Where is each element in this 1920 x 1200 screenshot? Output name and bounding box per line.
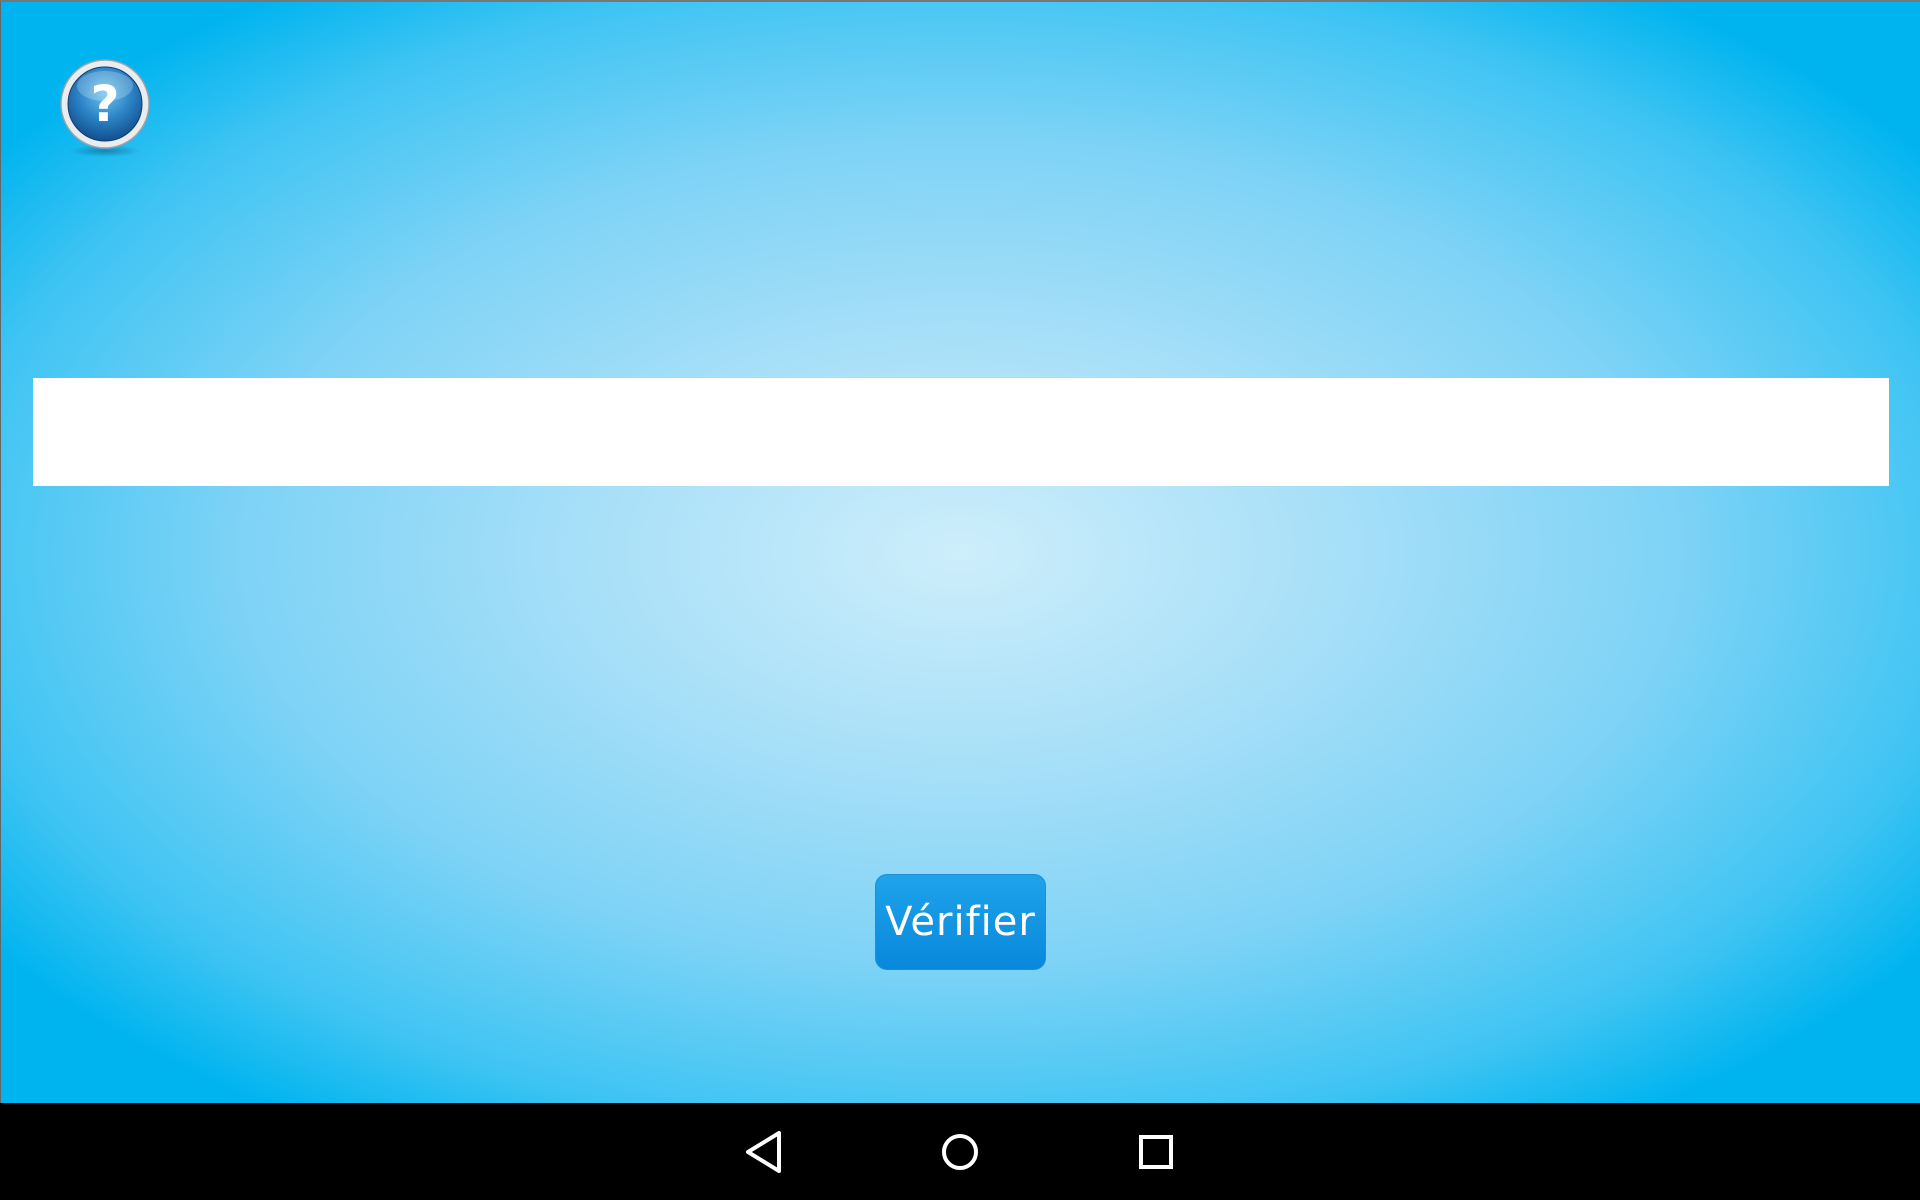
answer-input[interactable]	[33, 378, 1889, 486]
help-glyph: ?	[90, 75, 119, 133]
recents-square-icon	[1139, 1135, 1173, 1169]
back-triangle-icon	[746, 1131, 781, 1173]
nav-back-button[interactable]	[736, 1124, 792, 1180]
nav-home-button[interactable]	[932, 1124, 988, 1180]
app-screen: ? Vérifier	[0, 0, 1920, 1103]
help-button[interactable]: ?	[59, 58, 151, 158]
home-circle-icon	[942, 1134, 978, 1170]
verify-button-label: Vérifier	[885, 899, 1036, 945]
verify-button[interactable]: Vérifier	[875, 874, 1046, 970]
nav-recents-button[interactable]	[1128, 1124, 1184, 1180]
question-mark-icon: ?	[60, 59, 150, 157]
